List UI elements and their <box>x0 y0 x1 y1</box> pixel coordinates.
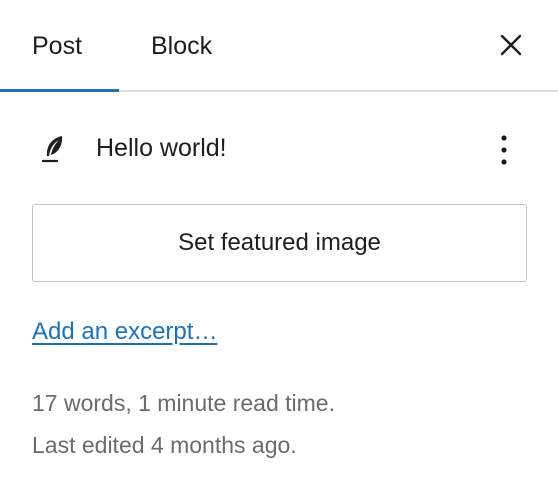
post-settings-panel: Post Block Hello world! Set featured ima… <box>0 0 558 488</box>
sidebar-tabs: Post Block <box>0 0 558 92</box>
set-featured-image-label: Set featured image <box>178 229 381 256</box>
tab-block[interactable]: Block <box>151 0 212 92</box>
word-count-text: 17 words, 1 minute read time. <box>32 390 335 416</box>
active-tab-indicator <box>0 89 119 92</box>
close-icon <box>500 34 522 56</box>
last-edited-text: Last edited 4 months ago. <box>32 432 297 458</box>
post-title: Hello world! <box>96 134 227 162</box>
feather-icon <box>40 134 68 164</box>
tab-block-label: Block <box>151 31 213 60</box>
add-excerpt-link[interactable]: Add an excerpt… <box>32 318 217 346</box>
vertical-ellipsis-icon <box>501 135 507 165</box>
set-featured-image-button[interactable]: Set featured image <box>32 204 527 282</box>
close-button[interactable] <box>498 32 524 58</box>
post-summary: Hello world! <box>0 120 558 176</box>
tab-post[interactable]: Post <box>32 0 82 92</box>
tab-post-label: Post <box>32 31 83 60</box>
more-options-button[interactable] <box>490 130 518 170</box>
